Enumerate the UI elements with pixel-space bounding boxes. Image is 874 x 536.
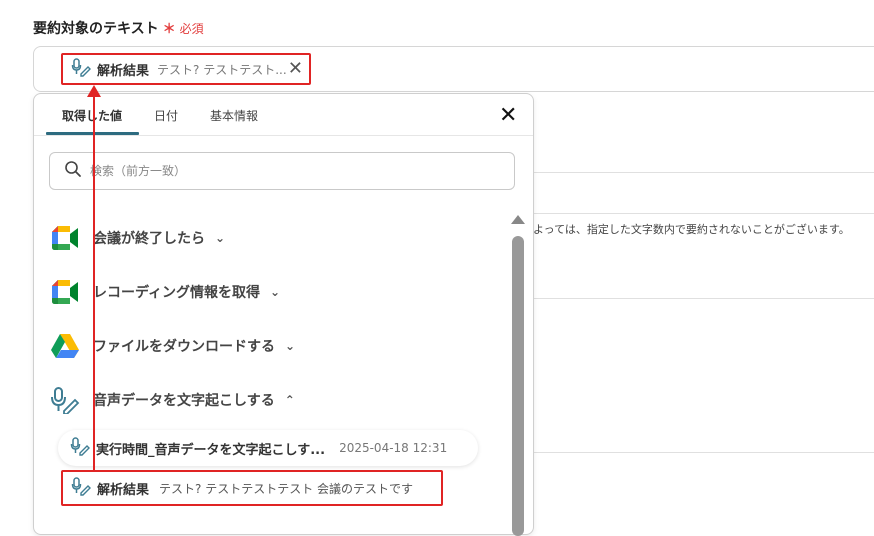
- value-picker-popup: 取得した値 日付 基本情報 ✕ 会議が終了し: [33, 93, 534, 536]
- google-drive-icon: [49, 332, 81, 360]
- search-input[interactable]: [88, 163, 472, 179]
- chevron-down-icon: ⌄: [270, 285, 281, 299]
- background-divider: [533, 452, 874, 453]
- annotation-arrow-line: [93, 97, 95, 471]
- background-divider: [533, 172, 874, 173]
- field-label: 要約対象のテキスト＊必須: [33, 18, 204, 38]
- value-item-execution-time[interactable]: 実行時間_音声データを文字起こしす... 2025-04-18 12:31: [58, 430, 478, 466]
- popup-tabs: 取得した値 日付 基本情報: [46, 108, 274, 132]
- search-icon: [64, 160, 82, 182]
- group-label: 音声データを文字起こしする: [93, 393, 275, 409]
- search-box[interactable]: [49, 152, 515, 190]
- group-meeting-ended[interactable]: 会議が終了したら ⌄: [49, 224, 225, 252]
- background-divider: [533, 213, 874, 214]
- value-item-analysis-result[interactable]: 解析結果 テスト? テストテストテスト 会議のテストです: [61, 470, 443, 506]
- group-download-file[interactable]: ファイルをダウンロードする ⌄: [49, 332, 295, 360]
- chevron-down-icon: ⌄: [285, 339, 296, 353]
- google-meet-icon: [49, 278, 81, 306]
- close-icon[interactable]: ✕: [499, 105, 517, 127]
- mic-pen-icon: [70, 436, 90, 460]
- background-note: よっては、指定した文字数内で要約されないことがございます。: [533, 223, 850, 236]
- chip-remove-icon[interactable]: ✕: [288, 60, 303, 78]
- item-value: 2025-04-18 12:31: [339, 441, 448, 455]
- google-meet-icon: [49, 224, 81, 252]
- chip-label: 解析結果: [97, 63, 150, 79]
- required-badge: 必須: [179, 22, 204, 36]
- item-value: テスト? テストテストテスト 会議のテストです: [159, 481, 414, 496]
- group-label: レコーディング情報を取得: [93, 285, 261, 301]
- chevron-down-icon: ⌄: [215, 231, 226, 245]
- tab-date[interactable]: 日付: [138, 108, 194, 132]
- group-label: ファイルをダウンロードする: [93, 339, 275, 355]
- required-asterisk: ＊: [162, 22, 176, 37]
- variable-chip[interactable]: 解析結果 テスト? テストテスト... ✕: [61, 53, 311, 85]
- group-transcribe-audio[interactable]: 音声データを文字起こしする ⌃: [49, 386, 295, 414]
- field-label-text: 要約対象のテキスト: [33, 21, 159, 37]
- group-label: 会議が終了したら: [93, 231, 205, 247]
- item-name: 実行時間_音声データを文字起こしす...: [96, 442, 326, 458]
- mic-pen-icon: [71, 476, 91, 500]
- tabs-divider: [34, 135, 533, 136]
- annotation-arrow-head: [87, 85, 101, 97]
- chip-value: テスト? テストテスト...: [157, 62, 287, 77]
- group-get-recording[interactable]: レコーディング情報を取得 ⌄: [49, 278, 280, 306]
- tab-acquired-values[interactable]: 取得した値: [46, 108, 138, 132]
- tab-basic-info[interactable]: 基本情報: [194, 108, 274, 132]
- item-name: 解析結果: [97, 482, 150, 498]
- chevron-up-icon: ⌃: [284, 393, 295, 407]
- scrollbar-thumb[interactable]: [512, 236, 524, 536]
- mic-pen-icon: [71, 57, 91, 81]
- scroll-up-arrow[interactable]: [511, 215, 525, 224]
- background-divider: [533, 298, 874, 299]
- mic-pen-icon: [49, 386, 81, 414]
